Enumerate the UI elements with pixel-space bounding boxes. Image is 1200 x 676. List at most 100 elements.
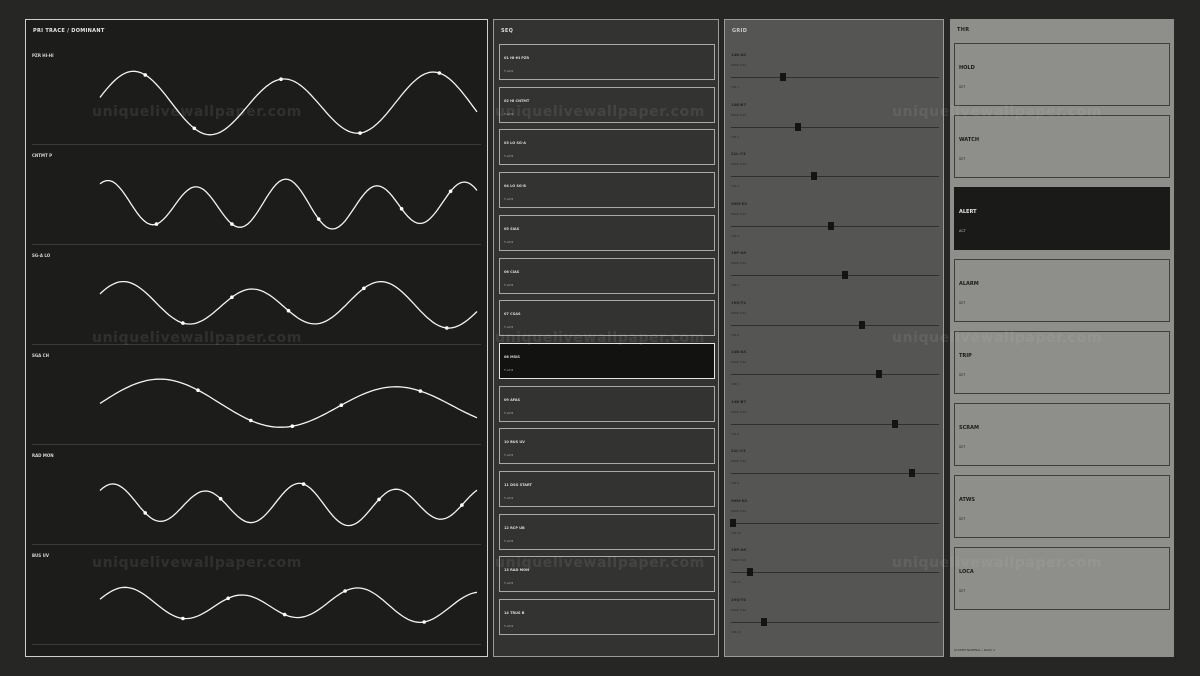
trace-marker (339, 403, 344, 407)
trace-marker (377, 497, 381, 502)
slider-knob[interactable] (730, 518, 737, 527)
seq-step[interactable]: 06 CIAS T+0:8 (499, 257, 715, 294)
slider-knob[interactable] (875, 370, 882, 378)
trace-marker (343, 589, 347, 593)
trace-marker (154, 222, 159, 226)
grid-row: 15P-A9 RNGE 0-10 TRK 11 (731, 545, 939, 594)
threshold-level[interactable]: TRIP SET (954, 331, 1170, 394)
threshold-level-state: SET (959, 445, 966, 449)
slider-knob[interactable] (811, 172, 818, 180)
threshold-level-state: SET (959, 589, 966, 593)
slider-knob[interactable] (908, 469, 915, 477)
seq-step-tag: T+0:8 (504, 282, 514, 287)
grid-row: 15P-A9 RNGE 0-10 TRK 5 (731, 248, 939, 297)
grid-row-name: 21L-C3 (731, 151, 746, 156)
threshold-panel: THR HOLD SET WATCH SET ALERT ACT ALARM SET TRIP S… (950, 19, 1174, 657)
seq-step[interactable]: 11 DSG START T+0:8 (499, 471, 715, 507)
trace-marker (316, 217, 321, 221)
threshold-level[interactable]: HOLD SET (954, 43, 1170, 106)
seq-step[interactable]: 01 HI-HI PZR T+0:6 (499, 44, 715, 80)
slider-knob[interactable] (842, 271, 849, 279)
slider-knob[interactable] (794, 122, 801, 131)
trace-row: CNTMT P (32, 145, 481, 245)
grid-row-desc: RNGE 0-10 (731, 63, 747, 67)
seq-step[interactable]: 09 AFAS T+0:8 (499, 385, 715, 422)
threshold-level[interactable]: ALARM SET (954, 259, 1170, 322)
grid-row-name: 21L-C3 (731, 448, 746, 453)
seq-step[interactable]: 07 CSAS T+0:8 (499, 300, 715, 337)
slider-track (731, 324, 939, 326)
trace-marker (192, 126, 197, 131)
seq-step-tag: T+0:8 (504, 581, 514, 586)
seq-step[interactable]: 08 MSIS T+0:8 (499, 342, 715, 379)
slider-knob[interactable] (780, 73, 786, 81)
threshold-footer: SYSTEM NOMINAL / RACK 4 (954, 648, 995, 652)
seq-step-tag: T+0:8 (504, 239, 514, 244)
trace-line (99, 378, 478, 428)
seq-step[interactable]: 12 RCP UB T+0:8 (499, 513, 715, 550)
seq-step[interactable]: 04 LO SG-B T+0:8 (499, 172, 715, 209)
threshold-level-state: SET (959, 373, 966, 377)
seq-step[interactable]: 02 HI CNTMT T+0:8 (499, 86, 715, 123)
seq-step-tag: T+0:8 (504, 154, 514, 159)
grid-row-desc: RNGE 0-10 (731, 261, 747, 265)
threshold-level[interactable]: WATCH SET (954, 115, 1170, 178)
trace-row: RAD MON (32, 445, 481, 545)
grid-row-name: 14K-A3 (731, 349, 747, 354)
grid-row-desc: RNGE 0-10 (731, 162, 747, 166)
seq-step[interactable]: 05 SIAS T+0:8 (499, 214, 715, 251)
slider-knob[interactable] (859, 320, 866, 329)
trace-line (99, 70, 478, 136)
grid-row-name: 14K-B7 (731, 398, 747, 404)
slider-track (731, 522, 939, 524)
seq-step[interactable]: 13 RAD MON T+0:8 (499, 556, 715, 593)
grid-row-desc: RNGE 0-10 (731, 360, 747, 364)
slider-knob[interactable] (761, 617, 768, 626)
slider-knob[interactable] (746, 568, 753, 576)
grid-row-desc: RNGE 0-10 (731, 409, 747, 414)
seq-step-name: 13 RAD MON (504, 568, 530, 573)
seq-step-name: 06 CIAS (504, 269, 520, 274)
slider-track (731, 176, 939, 177)
trace-row: SGA CH (32, 345, 481, 445)
trace-plot (99, 378, 478, 428)
threshold-level[interactable]: LOCA SET (954, 547, 1170, 610)
seq-step-name: 11 DSG START (504, 483, 532, 487)
seq-step-name: 04 LO SG-B (504, 184, 526, 189)
trace-line (99, 482, 478, 527)
trace-plot (99, 178, 478, 230)
seq-step-tag: T+0:8 (504, 453, 514, 458)
threshold-level[interactable]: ATWS SET (954, 475, 1170, 538)
grid-row-name: 09M-D1 (731, 497, 748, 503)
trace-plot (99, 280, 478, 330)
trace-marker (399, 207, 404, 211)
slider-track (731, 275, 939, 276)
grid-row-name: 19Q-T4 (731, 299, 746, 305)
grid-row-name: 15P-A9 (731, 250, 747, 255)
threshold-level[interactable]: ALERT ACT (954, 187, 1170, 250)
seq-step-tag: T+0:8 (504, 538, 514, 543)
threshold-level-name: ALERT (959, 209, 977, 215)
trace-marker (445, 326, 449, 330)
trace-line (99, 586, 478, 624)
grid-row-tag: TRK 4 (731, 233, 740, 238)
seq-panel: SEQ 01 HI-HI PZR T+0:6 02 HI CNTMT T+0:8 03 … (493, 19, 719, 657)
grid-row-desc: RNGE 0-10 (731, 508, 747, 513)
grid-row-tag: TRK 9 (731, 481, 740, 485)
seq-step[interactable]: 03 LO SG-A T+0:8 (499, 129, 715, 166)
trace-marker (301, 482, 306, 486)
trace-plot (99, 70, 478, 136)
seq-step[interactable]: 14 TRUS B T+0:8 (499, 599, 715, 636)
grid-row-name: 15P-A9 (731, 547, 747, 552)
slider-track (731, 225, 939, 227)
grid-row: 14K-B7 RNGE 0-10 TRK 8 (731, 397, 939, 446)
seq-step-name: 08 MSIS (504, 354, 520, 359)
grid-row-desc: RNGE 0-10 (731, 558, 747, 562)
threshold-level[interactable]: SCRAM SET (954, 403, 1170, 466)
seq-step[interactable]: 10 BUS UV T+0:8 (499, 428, 715, 465)
slider-knob[interactable] (827, 221, 834, 230)
grid-row-name: 14K-A2 (731, 52, 747, 57)
seq-panel-title: SEQ (501, 28, 514, 34)
trace-marker (181, 616, 185, 621)
slider-knob[interactable] (892, 419, 899, 428)
